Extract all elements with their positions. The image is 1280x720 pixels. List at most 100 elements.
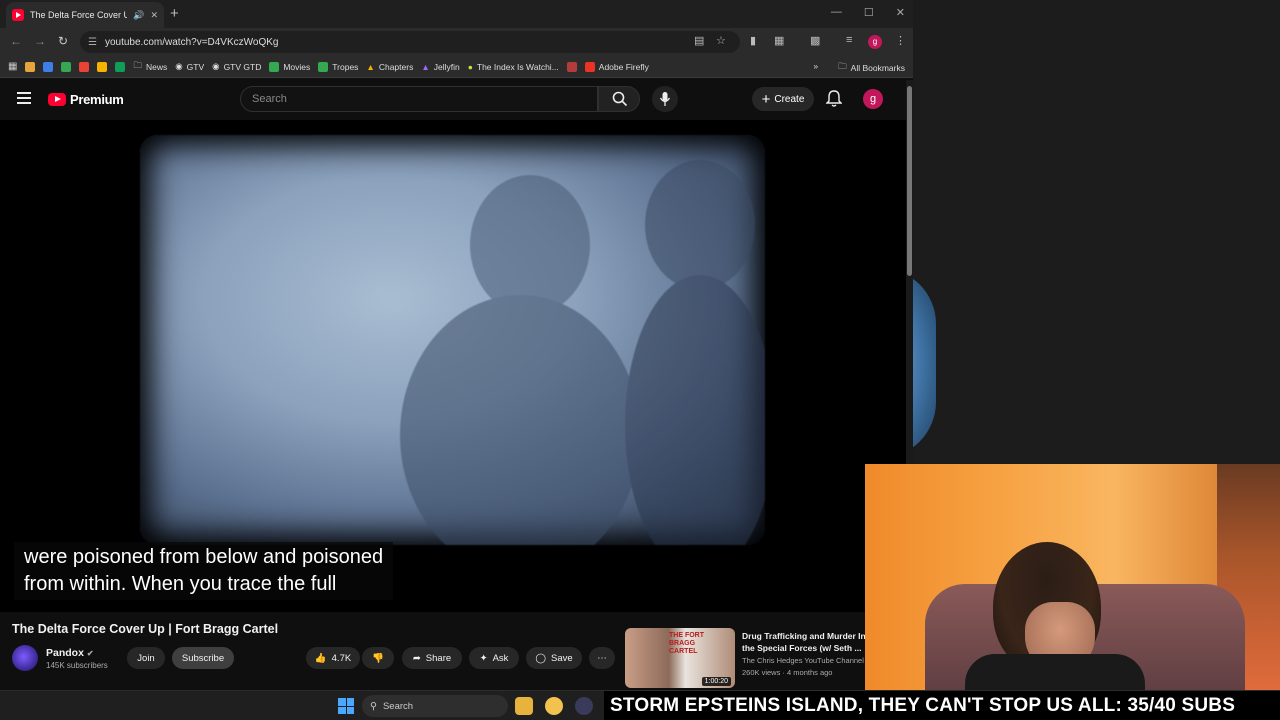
bookmark-icon-6[interactable] — [115, 61, 126, 72]
close-window-icon[interactable]: ✕ — [896, 6, 905, 19]
speaker-icon[interactable]: 🔊 — [133, 10, 144, 21]
forward-icon[interactable]: → — [34, 34, 46, 48]
thumbs-up-icon: 👍 — [314, 652, 327, 664]
taskbar-search[interactable]: ⚲ Search — [362, 695, 508, 717]
bookmark-label: Chapters — [378, 61, 414, 72]
youtube-header: Premium Search + Create g — [0, 80, 906, 120]
github-icon: ◉ — [212, 61, 220, 71]
ask-button[interactable]: ✦ Ask — [469, 647, 519, 669]
apps-grid-icon[interactable]: ▦ — [8, 61, 17, 72]
tab-youtube[interactable]: The Delta Force Cover Up | 🔊 ✕ — [6, 2, 164, 28]
hamburger-menu-icon[interactable] — [17, 92, 31, 104]
search-icon: ⚲ — [370, 700, 377, 712]
recommended-thumbnail[interactable]: THE FORT BRAGG CARTEL 1:00:20 — [625, 628, 735, 688]
reload-icon[interactable]: ↻ — [58, 34, 68, 48]
thumbs-down-icon: 👎 — [372, 652, 384, 664]
youtube-favicon-icon — [12, 9, 24, 21]
logo-text: Premium — [70, 92, 124, 107]
bookmark-label: GTV GTD — [223, 61, 262, 72]
share-button[interactable]: ➦ Share — [402, 647, 462, 669]
bookmark-label: The Index Is Watchi... — [476, 61, 559, 72]
bookmark-adobe-firefly[interactable]: Adobe Firefly — [584, 61, 649, 72]
bookmark-index[interactable]: ● The Index Is Watchi... — [468, 62, 559, 72]
bookmark-star-icon[interactable]: ☆ — [716, 34, 726, 47]
create-label: Create — [774, 93, 805, 105]
browser-window: The Delta Force Cover Up | 🔊 ✕ + — ☐ ✕ ←… — [0, 0, 913, 690]
cast-icon[interactable]: ▤ — [694, 34, 704, 47]
file-explorer-icon[interactable] — [515, 697, 533, 715]
tab-bar: The Delta Force Cover Up | 🔊 ✕ + — ☐ ✕ — [0, 0, 913, 28]
bookmark-icon-5[interactable] — [97, 61, 108, 72]
verified-icon: ✔ — [86, 649, 94, 658]
more-dots-icon: ⋯ — [597, 652, 607, 664]
url-text: youtube.com/watch?v=D4VKczWoQKg — [104, 36, 279, 48]
voice-search-button[interactable] — [652, 86, 678, 112]
tab-close-icon[interactable]: ✕ — [150, 10, 158, 21]
back-icon[interactable]: ← — [10, 34, 22, 48]
sidepanel-icon[interactable]: ▩ — [810, 34, 820, 47]
like-button[interactable]: 👍 4.7K — [306, 647, 360, 669]
notifications-bell-icon[interactable] — [826, 90, 842, 108]
minimize-icon[interactable]: — — [831, 6, 842, 19]
downloads-icon[interactable]: ≡ — [846, 34, 852, 46]
all-bookmarks[interactable]: 🗀 All Bookmarks — [838, 61, 905, 75]
extensions-icon[interactable]: ▦ — [774, 34, 784, 47]
recommended-channel: The Chris Hedges YouTube Channel — [742, 656, 864, 665]
bookmark-icon-1[interactable] — [25, 61, 36, 72]
search-button[interactable] — [598, 86, 640, 112]
sheets-icon — [269, 61, 280, 72]
more-actions-button[interactable]: ⋯ — [589, 647, 615, 669]
profile-avatar[interactable]: g — [868, 35, 882, 49]
bookmark-movies[interactable]: Movies — [269, 61, 310, 72]
bookmark-news[interactable]: 🗀 News — [133, 60, 167, 74]
recommended-video[interactable]: THE FORT BRAGG CARTEL 1:00:20 Drug Traff… — [625, 628, 906, 690]
taskbar: ⚲ Search STORM EPSTEINS ISLAND, THEY CAN… — [0, 690, 1280, 720]
subscribe-button[interactable]: Subscribe — [172, 647, 234, 669]
recommended-title: Drug Trafficking and Murder In the Speci… — [742, 631, 866, 653]
scrollbar-thumb[interactable] — [907, 86, 912, 276]
video-figures — [400, 160, 765, 545]
create-button[interactable]: + Create — [752, 87, 814, 111]
bookmarks-bar: ▦ 🗀 News ◉ GTV ◉ GTV GTD Movies Tropes ▲ Cha… — [0, 56, 913, 78]
account-avatar[interactable]: g — [863, 89, 883, 109]
bookmark-gtv[interactable]: ◉ GTV — [175, 61, 204, 72]
bookmark-label: Jellyfin — [433, 61, 460, 72]
bookmark-red-icon[interactable] — [566, 61, 577, 72]
channel-avatar[interactable] — [12, 645, 38, 671]
windows-start-icon[interactable] — [338, 698, 354, 714]
site-info-icon[interactable]: ☰ — [88, 37, 97, 48]
video-frame — [140, 135, 765, 545]
bookmark-icon-2[interactable] — [43, 61, 54, 72]
app-icon-yellow[interactable] — [545, 697, 563, 715]
channel-name[interactable]: Pandox ✔ — [46, 647, 94, 659]
video-player[interactable]: were poisoned from below and poisoned fr… — [0, 120, 906, 612]
bookmark-chapters[interactable]: ▲ Chapters — [366, 62, 413, 72]
bookmark-gtv-gtd[interactable]: ◉ GTV GTD — [212, 61, 261, 72]
bookmark-icon-4[interactable] — [79, 61, 90, 72]
menu-dots-icon[interactable]: ⋮ — [895, 34, 906, 47]
dislike-button[interactable]: 👎 — [362, 647, 394, 669]
plus-icon: + — [761, 90, 771, 108]
bookmark-icon-3[interactable] — [61, 61, 72, 72]
omnibox[interactable]: ☰ youtube.com/watch?v=D4VKczWoQKg — [80, 31, 740, 53]
join-button[interactable]: Join — [127, 647, 165, 669]
bookmark-tropes[interactable]: Tropes — [318, 61, 358, 72]
bookmark-label: Adobe Firefly — [598, 61, 649, 72]
search-input[interactable]: Search — [240, 86, 598, 112]
video-duration: 1:00:20 — [701, 677, 731, 686]
maximize-icon[interactable]: ☐ — [864, 6, 874, 19]
more-bookmarks-icon[interactable]: » — [813, 61, 818, 75]
taskbar-search-label: Search — [382, 700, 414, 712]
bookmark-jellyfin[interactable]: ▲ Jellyfin — [421, 62, 459, 72]
video-info: The Delta Force Cover Up | Fort Bragg Ca… — [0, 612, 906, 690]
github-icon: ◉ — [175, 61, 183, 71]
youtube-logo[interactable]: Premium — [48, 92, 124, 107]
app-icon-4k[interactable] — [575, 697, 593, 715]
jellyfin-icon: ▲ — [421, 61, 430, 72]
video-title: The Delta Force Cover Up | Fort Bragg Ca… — [12, 622, 279, 636]
reading-list-icon[interactable]: ▮ — [750, 34, 756, 47]
folder-icon: 🗀 — [133, 59, 142, 70]
save-label: Save — [550, 652, 573, 664]
save-button[interactable]: ◯ Save — [526, 647, 582, 669]
new-tab-icon[interactable]: + — [170, 5, 179, 22]
